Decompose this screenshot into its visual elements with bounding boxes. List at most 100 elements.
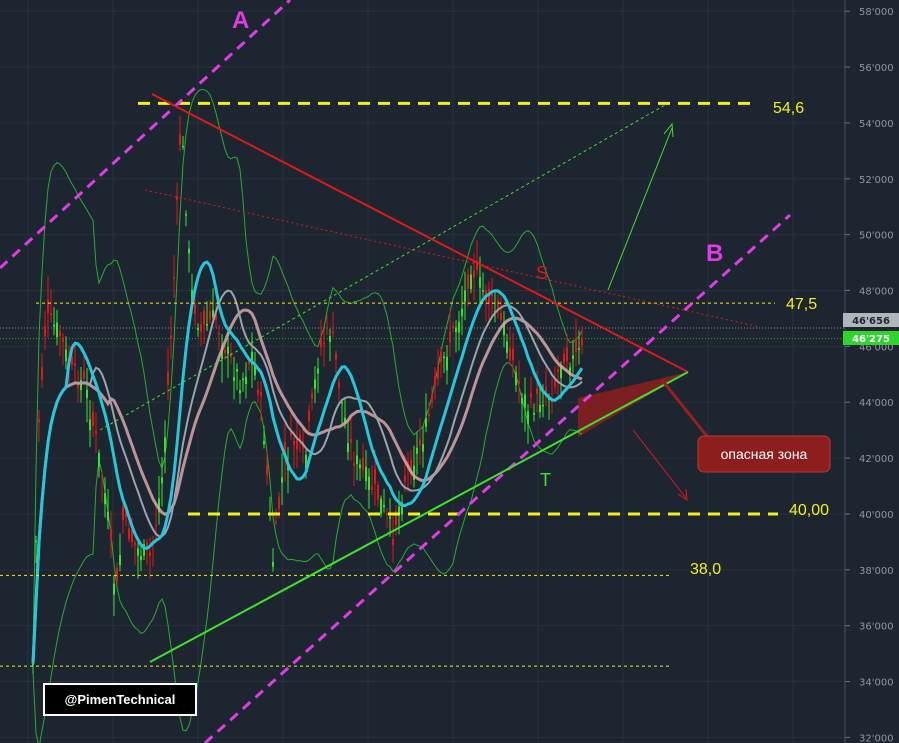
candle-body xyxy=(449,331,451,343)
candle-body xyxy=(47,299,49,314)
axis-tick-label: 54'000 xyxy=(859,119,894,130)
candle-body xyxy=(452,325,454,328)
candle-body xyxy=(440,351,442,362)
candle-body xyxy=(386,512,388,515)
candle-body xyxy=(374,469,376,484)
candle-body xyxy=(563,353,565,364)
candle-body xyxy=(164,437,166,453)
support-label: T xyxy=(540,470,551,490)
candle-body xyxy=(53,324,55,327)
candle-body xyxy=(182,145,184,148)
candle-body xyxy=(455,327,457,333)
candle-body xyxy=(326,327,328,329)
candle-body xyxy=(521,397,523,404)
candle-body xyxy=(359,464,361,469)
candle-body xyxy=(419,439,421,446)
candle-body xyxy=(470,274,472,290)
candle-body xyxy=(110,529,112,540)
candle-body xyxy=(260,392,262,397)
candle-body xyxy=(434,375,436,386)
candle-body xyxy=(365,466,367,482)
chart-background xyxy=(0,0,899,743)
axis-tick-label: 52'000 xyxy=(859,175,894,186)
candle-body xyxy=(275,521,277,524)
candle-body xyxy=(266,464,268,476)
candle-body xyxy=(467,274,469,289)
candle-body xyxy=(236,369,238,372)
channel-a-label: A xyxy=(232,7,249,34)
candle-body xyxy=(44,326,46,337)
candle-body xyxy=(173,277,175,280)
candle-body xyxy=(446,356,448,371)
price-tag-green: 46'275 xyxy=(852,334,890,345)
candle-body xyxy=(311,393,313,399)
candle-body xyxy=(176,196,178,201)
candle-body xyxy=(539,404,541,413)
candle-body xyxy=(557,369,559,372)
candle-body xyxy=(293,440,295,445)
candle-body xyxy=(134,542,136,546)
candle-body xyxy=(308,410,310,422)
axis-tick-label: 50'000 xyxy=(859,231,894,242)
candle-body xyxy=(533,412,535,416)
candle-body xyxy=(323,342,325,345)
candle-body xyxy=(116,567,118,582)
candle-body xyxy=(581,337,583,346)
candle-body xyxy=(542,404,544,407)
candle-body xyxy=(317,368,319,374)
candle-body xyxy=(155,524,157,527)
level-label-40: 40,00 xyxy=(789,502,829,519)
candle-body xyxy=(416,447,418,454)
candle-body xyxy=(224,350,226,353)
candle-body xyxy=(113,583,115,595)
candle-body xyxy=(281,477,283,483)
candle-body xyxy=(239,390,241,394)
candle-body xyxy=(338,382,340,388)
candle-body xyxy=(122,506,124,520)
price-tag-current: 46'656 xyxy=(852,316,890,327)
axis-tick-label: 44'000 xyxy=(859,398,894,409)
candle-body xyxy=(422,444,424,452)
candle-body xyxy=(518,380,520,384)
candle-body xyxy=(575,338,577,353)
candle-body xyxy=(161,477,163,484)
candle-body xyxy=(473,270,475,278)
axis-tick-label: 38'000 xyxy=(859,566,894,577)
candle-body xyxy=(524,394,526,408)
candle-body xyxy=(119,555,121,566)
price-chart: 32'000 34'000 36'000 38'000 40'000 42'000 44'0… xyxy=(0,0,899,743)
candle-body xyxy=(38,419,40,422)
candle-body xyxy=(59,331,61,337)
axis-tick-label: 32'000 xyxy=(859,733,894,743)
candle-body xyxy=(101,476,103,478)
candle-body xyxy=(41,367,43,380)
candle-body xyxy=(530,392,532,398)
candle-body xyxy=(140,556,142,561)
candle-body xyxy=(206,324,208,326)
candle-body xyxy=(383,505,385,508)
candle-body xyxy=(272,561,274,567)
level-label-38: 38,0 xyxy=(690,561,721,578)
level-label-54-6: 54,6 xyxy=(773,100,804,117)
candle-body xyxy=(431,394,433,403)
axis-tick-label: 34'000 xyxy=(859,678,894,689)
watermark-badge: @PimenTechnical xyxy=(43,683,197,716)
candle-body xyxy=(527,411,529,425)
candle-body xyxy=(320,339,322,348)
candle-body xyxy=(371,486,373,490)
candle-body xyxy=(509,347,511,361)
candle-body xyxy=(347,443,349,453)
candle-body xyxy=(86,389,88,398)
candle-body xyxy=(263,440,265,445)
candle-body xyxy=(32,663,34,666)
candle-body xyxy=(128,528,130,540)
channel-b-label: B xyxy=(706,240,723,267)
candle-body xyxy=(500,312,502,320)
candle-body xyxy=(242,378,244,381)
candle-body xyxy=(188,248,190,254)
candle-body xyxy=(350,439,352,443)
candle-body xyxy=(461,308,463,317)
axis-tick-label: 40'000 xyxy=(859,510,894,521)
candle-body xyxy=(149,552,151,557)
candle-body xyxy=(209,311,211,320)
